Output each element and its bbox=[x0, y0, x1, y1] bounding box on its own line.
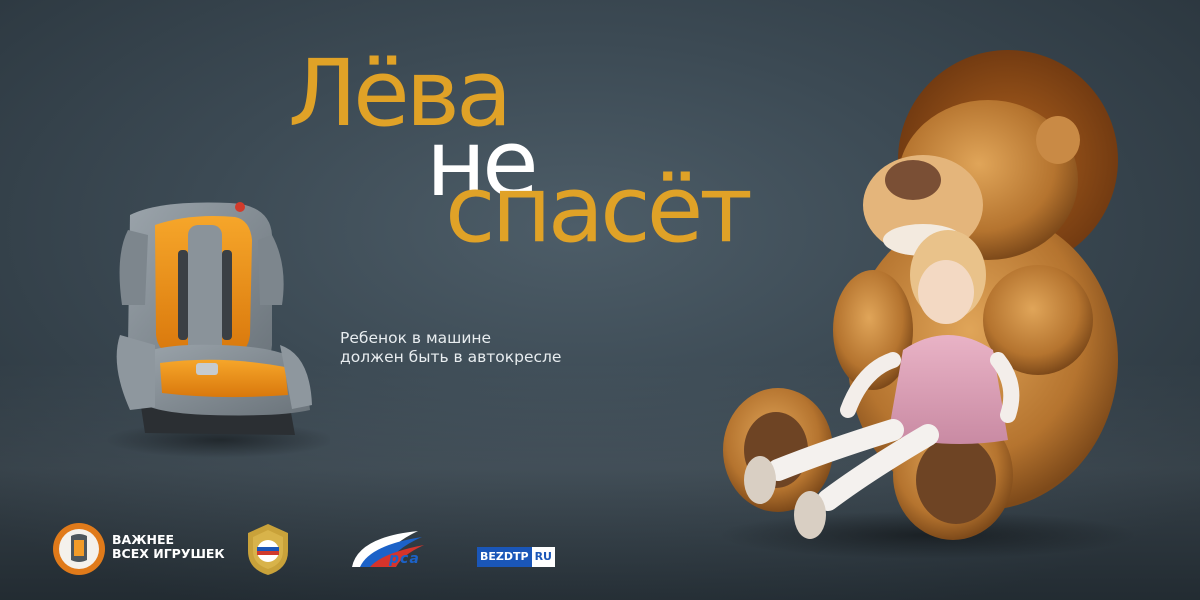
bezdtp-logo-main: BEZDTP bbox=[477, 547, 532, 567]
tagline: Ребенок в машине должен быть в автокресл… bbox=[340, 329, 561, 367]
car-seat-image bbox=[105, 202, 330, 458]
rsa-logo-text: рса bbox=[389, 551, 420, 567]
sponsor-logos: ВАЖНЕЕ ВСЕХ ИГРУШЕК рса BEZDTP RU bbox=[0, 515, 1200, 585]
traffic-police-emblem-icon bbox=[248, 524, 288, 575]
campaign-name-line-1: ВАЖНЕЕ bbox=[112, 532, 175, 547]
tagline-line-1: Ребенок в машине bbox=[340, 329, 492, 347]
poster: Лёва не спасёт Ребенок в машине должен б… bbox=[0, 0, 1200, 600]
campaign-name-line-2: ВСЕХ ИГРУШЕК bbox=[112, 546, 225, 561]
bezdtp-logo: BEZDTP RU bbox=[477, 547, 555, 567]
lion-toy-with-child-image bbox=[718, 50, 1138, 559]
campaign-name: ВАЖНЕЕ ВСЕХ ИГРУШЕК bbox=[112, 533, 225, 561]
bezdtp-logo-ru: RU bbox=[531, 547, 555, 567]
headline-line-3: спасёт bbox=[445, 156, 753, 263]
tagline-line-2: должен быть в автокресле bbox=[340, 348, 562, 366]
campaign-badge-icon bbox=[53, 523, 105, 575]
